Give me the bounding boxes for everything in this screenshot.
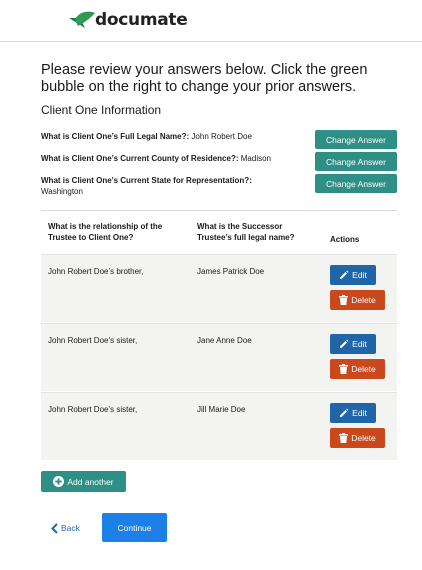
table-row: John Robert Doe’s sister, Jane Anne Doe … [41,323,397,391]
edit-button[interactable]: Edit [330,403,376,423]
answer-value: Washington [41,187,83,196]
trash-icon [339,364,349,374]
question-label: What is Client One’s Current State for R… [41,176,250,185]
answer-value: John Robert Doe [191,132,252,141]
back-button[interactable]: Back [51,518,80,538]
question-label: What is Client One’s Full Legal Name? [41,132,187,141]
edit-label: Edit [352,339,367,349]
section-title: Client One Information [41,103,162,117]
logo[interactable]: documate [68,10,188,30]
answer-value: Madison [240,154,271,163]
answer-full-legal-name: What is Client One’s Full Legal Name?: J… [41,132,252,141]
change-answer-button-state[interactable]: Change Answer [315,174,397,193]
header-successor-name: What is the Successor Trustee’s full leg… [197,222,295,242]
table-row: John Robert Doe’s brother, James Patrick… [41,254,397,322]
cell-name: Jill Marie Doe [197,405,246,414]
cell-relationship: John Robert Doe’s sister, [48,336,138,345]
answer-state: What is Client One’s Current State for R… [41,176,252,196]
pencil-icon [339,408,349,418]
delete-button[interactable]: Delete [330,428,385,448]
edit-button[interactable]: Edit [330,265,376,285]
header-relationship: What is the relationship of the Trustee … [48,222,163,242]
trash-icon [339,295,349,305]
change-answer-button-county[interactable]: Change Answer [315,152,397,171]
delete-label: Delete [351,433,376,443]
delete-button[interactable]: Delete [330,359,385,379]
pencil-icon [339,270,349,280]
delete-label: Delete [351,295,376,305]
continue-button[interactable]: Continue [102,513,167,542]
table-row: John Robert Doe’s sister, Jill Marie Doe… [41,392,397,460]
pencil-icon [339,339,349,349]
trustee-table: What is the relationship of the Trustee … [41,210,397,460]
cell-relationship: John Robert Doe’s sister, [48,405,138,414]
back-label: Back [61,523,80,533]
cell-relationship: John Robert Doe’s brother, [48,267,144,276]
question-label: What is Client One’s Current County of R… [41,154,236,163]
table-header: What is the relationship of the Trustee … [41,210,397,254]
header: documate [0,0,422,42]
plus-circle-icon [53,476,65,487]
trash-icon [339,433,349,443]
edit-label: Edit [352,408,367,418]
delete-label: Delete [351,364,376,374]
add-another-label: Add another [67,476,114,487]
header-actions: Actions [330,235,360,244]
change-answer-button-name[interactable]: Change Answer [315,130,397,149]
documate-logo-icon [69,11,95,28]
intro-text: Please review your answers below. Click … [41,62,368,95]
cell-name: Jane Anne Doe [197,336,252,345]
edit-button[interactable]: Edit [330,334,376,354]
chevron-left-icon [51,522,58,534]
add-another-button[interactable]: Add another [41,471,126,492]
delete-button[interactable]: Delete [330,290,385,310]
edit-label: Edit [352,270,367,280]
answer-county: What is Client One’s Current County of R… [41,154,271,163]
cell-name: James Patrick Doe [197,267,265,276]
brand-name: documate [95,10,188,30]
